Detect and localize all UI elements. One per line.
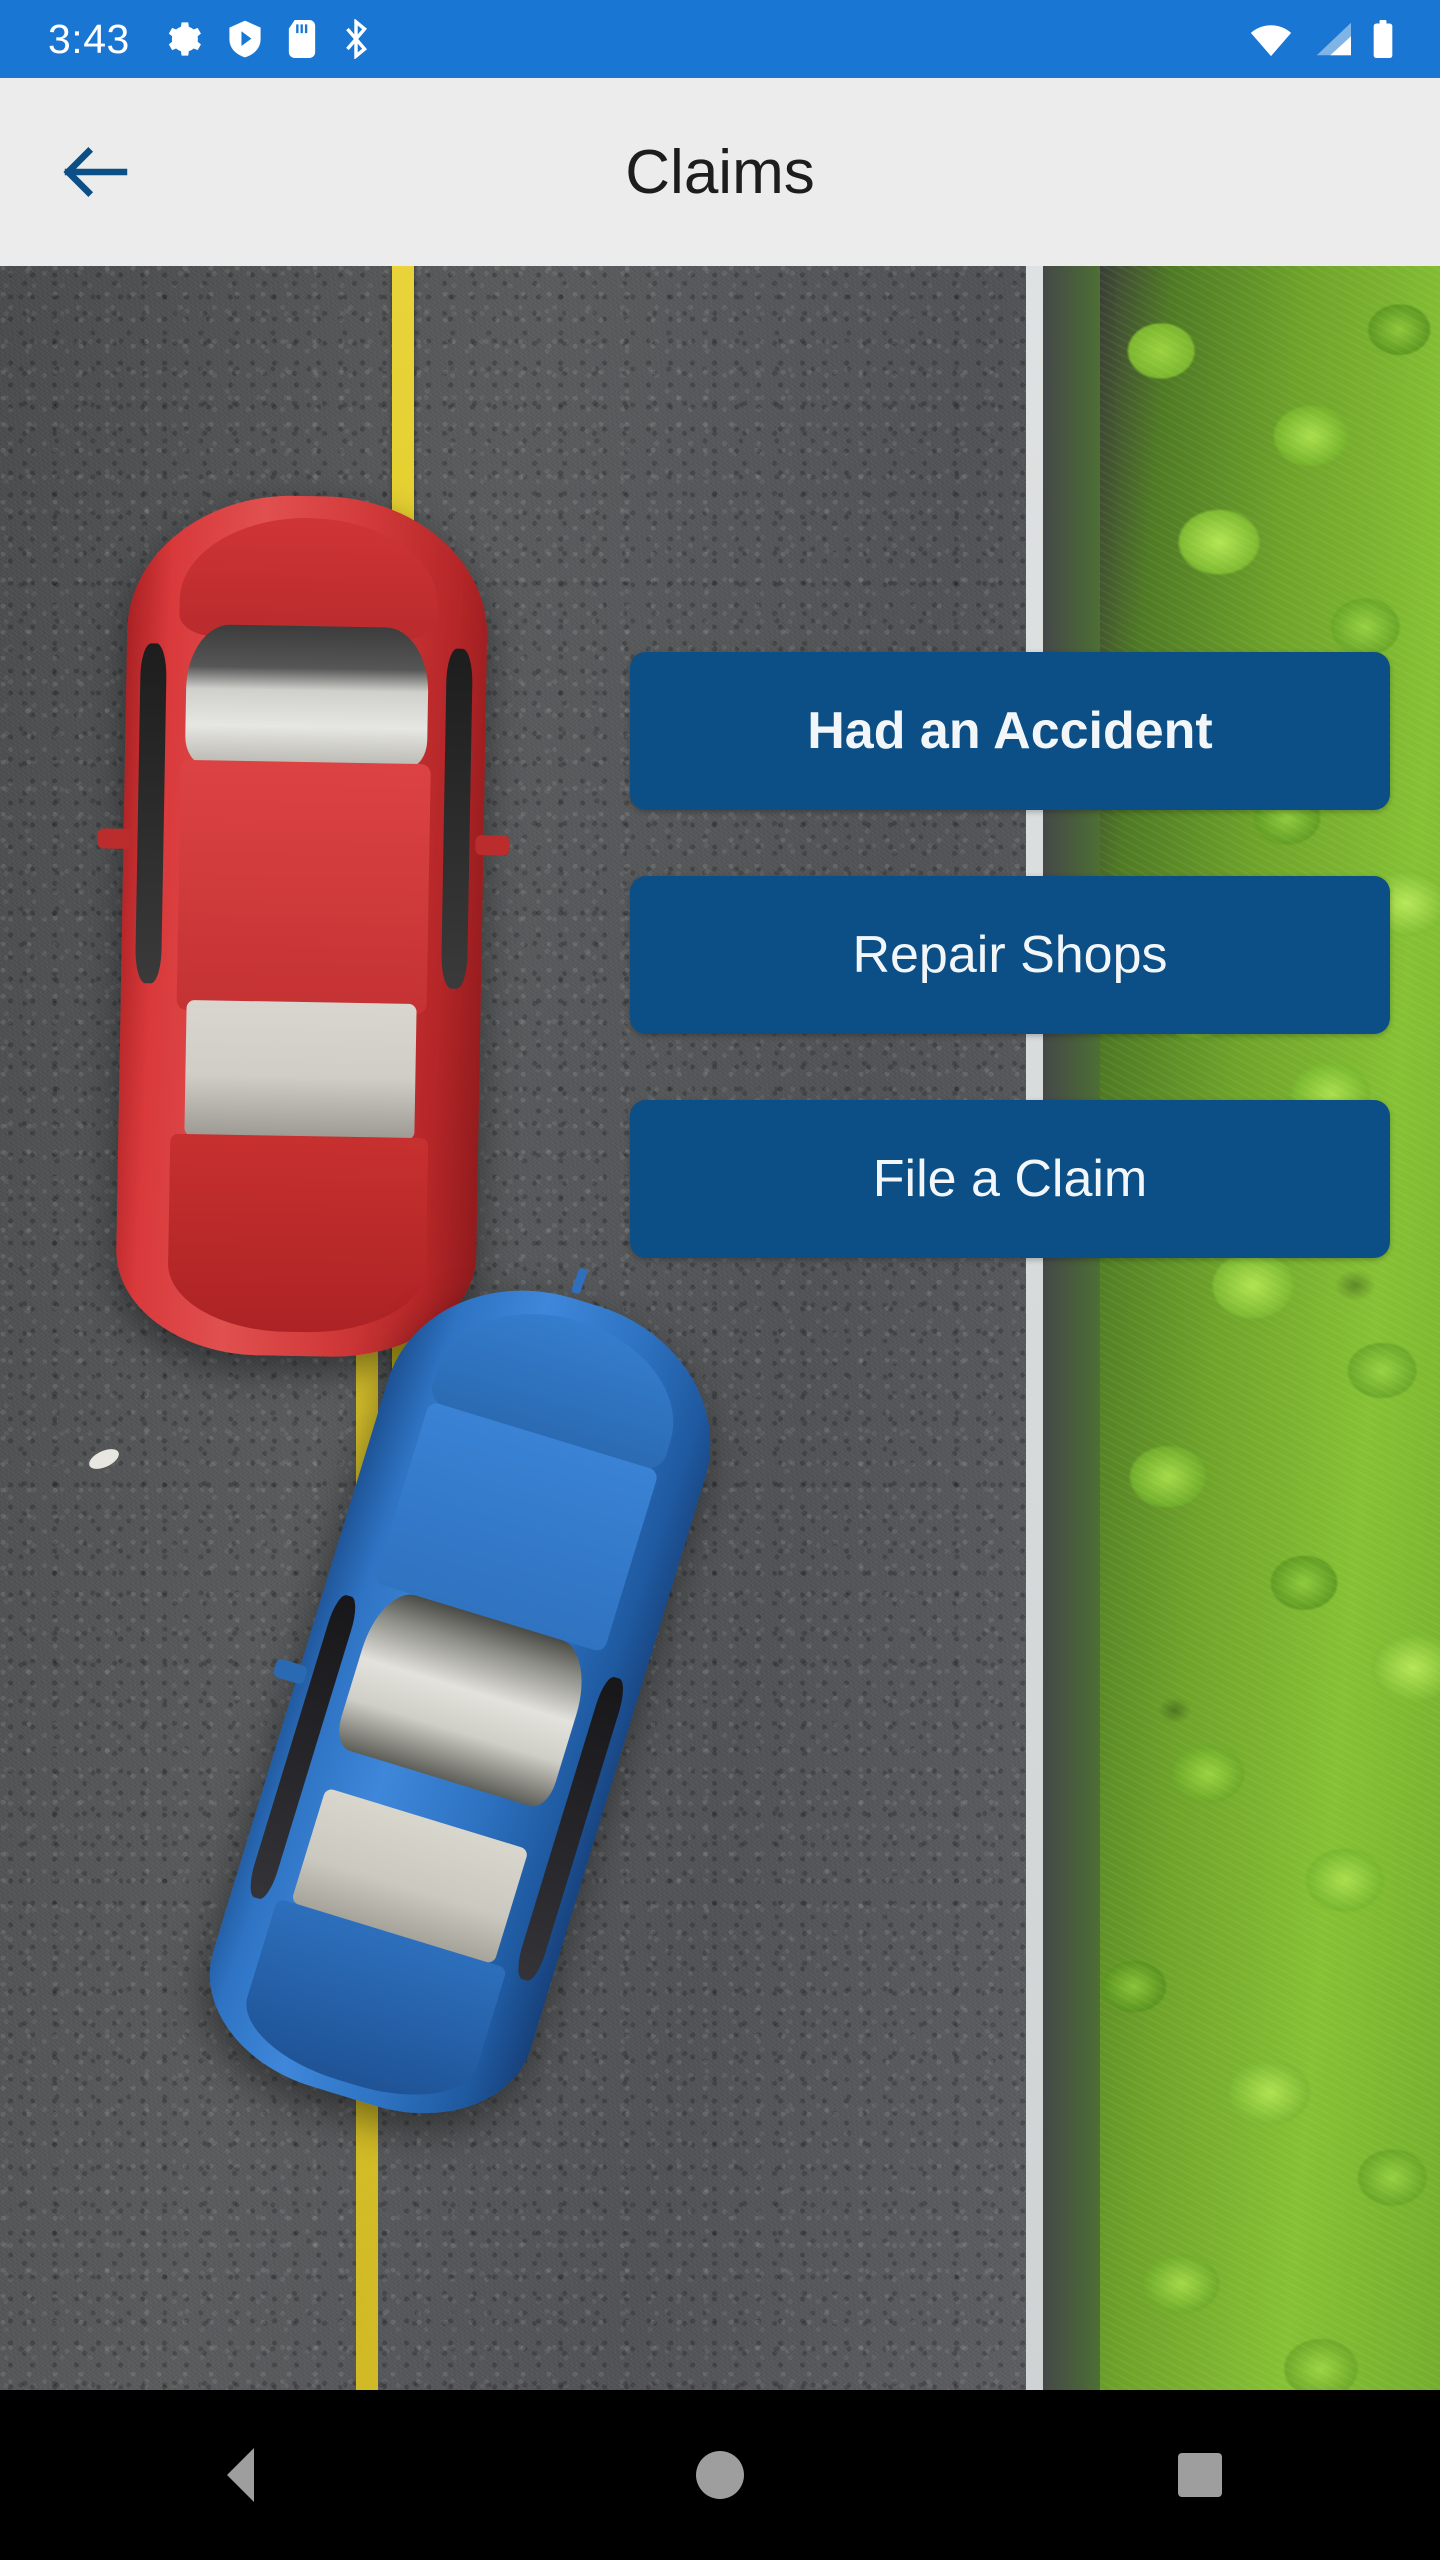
- sd-card-icon: [288, 20, 315, 58]
- wifi-icon: [1250, 25, 1292, 57]
- had-an-accident-button[interactable]: Had an Accident: [630, 652, 1390, 810]
- status-bar: 3:43: [0, 0, 1440, 78]
- home-circle-icon: [696, 2451, 744, 2499]
- roadside-trees: [1100, 266, 1440, 2390]
- status-bar-system-icons: [1248, 20, 1410, 58]
- red-car-mirror-left: [97, 828, 132, 850]
- bluetooth-icon: [345, 19, 367, 59]
- red-car-mirror-right: [475, 835, 510, 856]
- file-a-claim-button[interactable]: File a Claim: [630, 1100, 1390, 1258]
- back-button[interactable]: [48, 124, 144, 220]
- gear-icon: [168, 22, 201, 56]
- nav-recents-button[interactable]: [1120, 2425, 1280, 2525]
- back-triangle-icon: [226, 2448, 254, 2502]
- claims-action-buttons: Had an Accident Repair Shops File a Clai…: [630, 652, 1390, 1258]
- red-car-rear-glass: [184, 999, 417, 1140]
- nav-home-button[interactable]: [640, 2425, 800, 2525]
- recents-square-icon: [1178, 2453, 1222, 2497]
- red-car: [97, 492, 510, 1360]
- phone-screen: 3:43 Claims Had an Accident Repair Shops…: [0, 0, 1440, 2560]
- repair-shops-button[interactable]: Repair Shops: [630, 876, 1390, 1034]
- status-bar-notification-icons: [164, 19, 370, 59]
- cellular-signal-icon: [1316, 22, 1351, 56]
- red-car-trunk: [166, 1133, 429, 1335]
- nav-back-button[interactable]: [160, 2425, 320, 2525]
- battery-icon: [1373, 20, 1393, 58]
- play-protect-icon: [229, 20, 261, 58]
- status-bar-clock: 3:43: [48, 15, 130, 62]
- back-arrow-icon: [63, 147, 128, 197]
- app-bar: Claims: [0, 78, 1440, 266]
- tree-edge-blend: [1040, 266, 1100, 2390]
- red-car-hood: [176, 759, 431, 1015]
- android-navigation-bar: [0, 2390, 1440, 2560]
- accident-photo-background: Had an Accident Repair Shops File a Clai…: [0, 266, 1440, 2390]
- page-title: Claims: [625, 137, 815, 207]
- red-car-windshield: [184, 623, 430, 769]
